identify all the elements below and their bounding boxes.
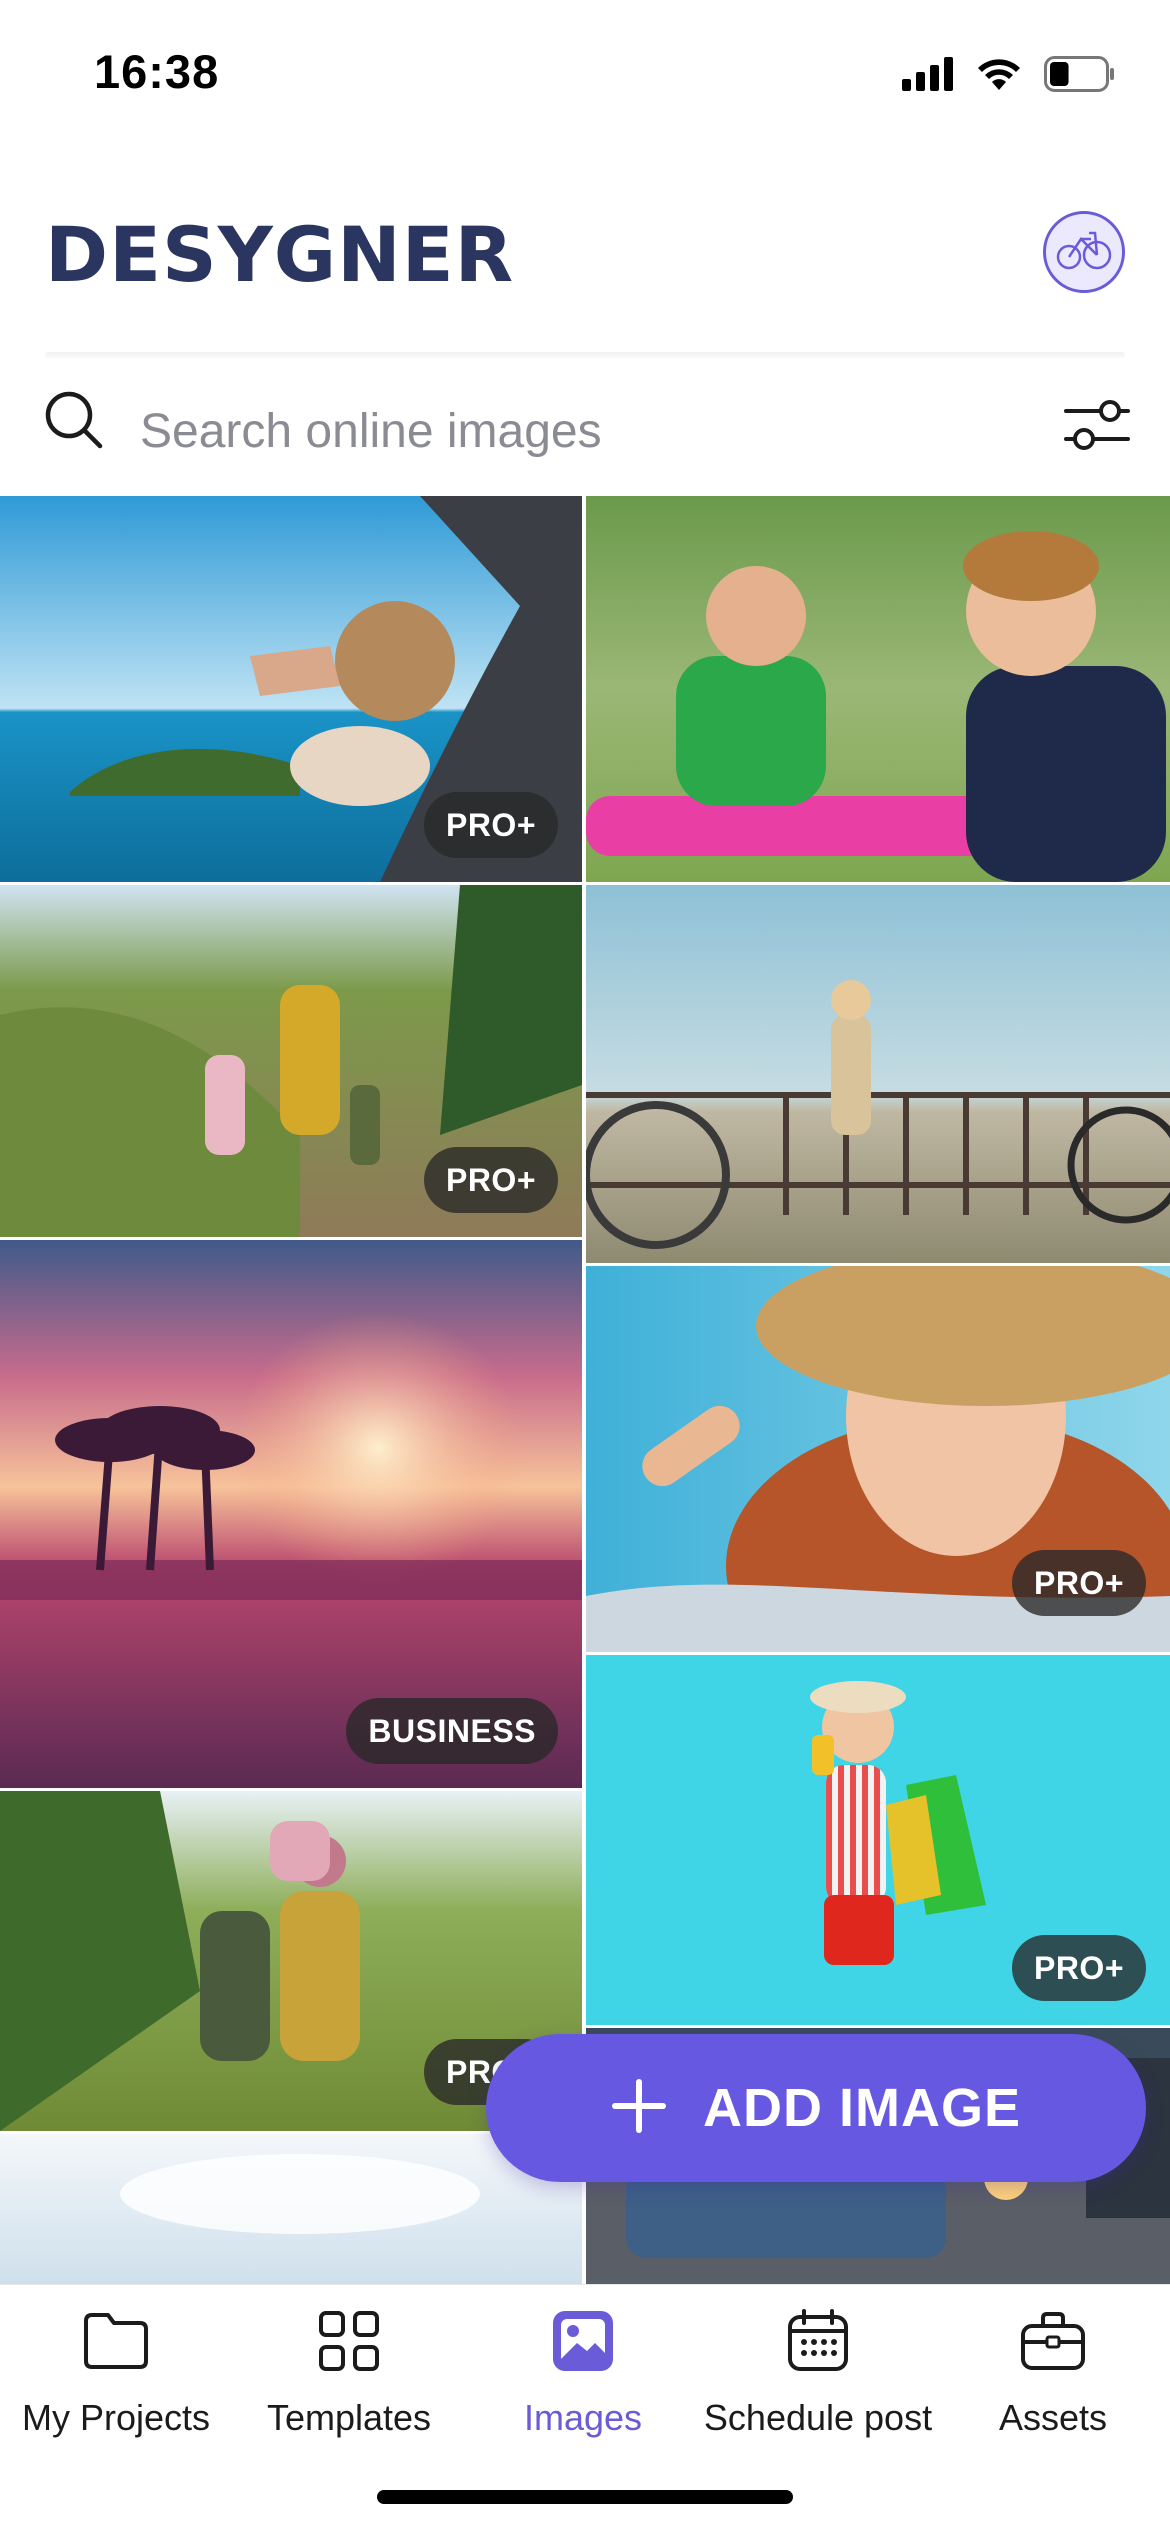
image-tile[interactable]: PRO+ [586,1266,1170,1652]
nav-label: My Projects [21,2397,211,2438]
folder-icon [82,2303,150,2379]
nav-item-assets[interactable]: Assets [936,2285,1170,2445]
grid-icon [317,2303,381,2379]
nav-label: Images [523,2397,643,2438]
pro-plus-badge: PRO+ [1011,1935,1146,2001]
nav-label: Assets [998,2397,1108,2438]
pro-plus-badge: PRO+ [423,1147,558,1213]
nav-label: Templates [266,2397,432,2438]
image-icon [551,2303,615,2379]
status-bar: 16:38 [0,0,1170,150]
image-tile[interactable] [586,496,1170,882]
filter-sliders-icon[interactable] [1064,394,1130,461]
profile-avatar[interactable] [1043,211,1125,293]
pro-plus-badge: PRO+ [1011,1550,1146,1616]
add-image-button[interactable]: ADD IMAGE [486,2034,1146,2182]
status-icons [902,54,1116,98]
image-tile[interactable]: BUSINESS [0,1240,582,1788]
add-image-label: ADD IMAGE [703,2078,1021,2138]
wifi-icon [976,57,1022,96]
battery-icon [1044,55,1116,97]
status-time: 16:38 [94,45,220,98]
header-divider [45,352,1125,358]
app-logo-text: DESYGNER [45,210,515,299]
business-badge: BUSINESS [346,1698,558,1764]
briefcase-icon [1019,2303,1087,2379]
image-tile[interactable]: PRO+ [0,885,582,1237]
bicycle-logo-icon [1055,225,1113,280]
image-tile[interactable]: PRO+ [0,496,582,882]
calendar-icon [786,2303,850,2379]
nav-item-my-projects[interactable]: My Projects [0,2285,232,2445]
plus-icon [611,2078,667,2139]
nav-item-templates[interactable]: Templates [232,2285,466,2445]
image-tile[interactable]: PRO+ [586,1655,1170,2025]
nav-item-images[interactable]: Images [466,2285,700,2445]
image-tile[interactable] [0,2134,582,2284]
search-input[interactable] [140,396,1020,466]
pro-plus-badge: PRO+ [423,792,558,858]
image-tile[interactable] [586,885,1170,1263]
signal-icon [902,56,954,96]
search-bar [0,372,1170,496]
home-indicator [377,2490,793,2504]
nav-item-schedule-post[interactable]: Schedule post [700,2285,936,2445]
nav-label: Schedule post [703,2397,933,2438]
search-icon[interactable] [42,388,106,457]
image-grid: PRO+ PRO+ BUSINESS PRO+ PRO+ PRO+ [0,496,1170,2284]
